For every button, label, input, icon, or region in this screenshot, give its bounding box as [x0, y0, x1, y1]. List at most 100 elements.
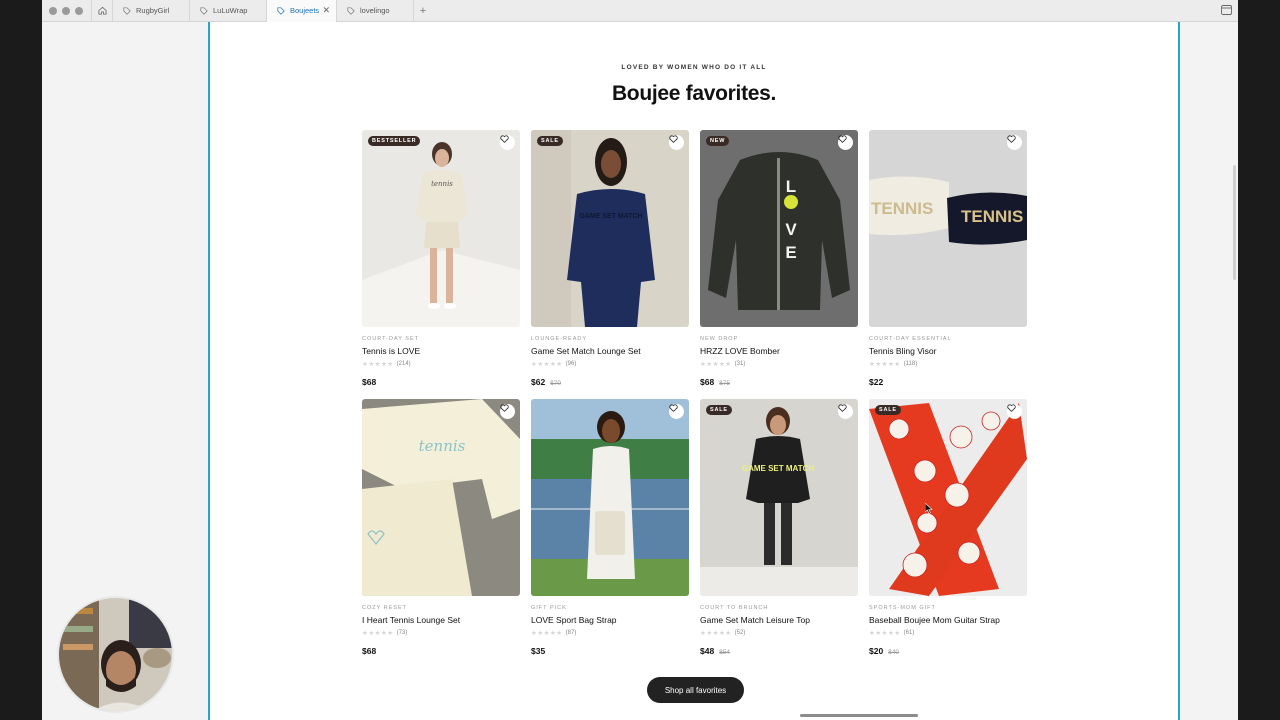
- review-count: (87): [565, 630, 577, 636]
- sidebar-toggle-button[interactable]: [1221, 5, 1232, 17]
- product-category: GIFT PICK: [531, 605, 567, 611]
- current-price: $22: [869, 377, 884, 387]
- product-image[interactable]: L V E NEW: [700, 130, 858, 327]
- product-badge: SALE: [875, 405, 901, 415]
- wishlist-button[interactable]: [500, 135, 515, 150]
- product-card[interactable]: L V E NEW NEW DROP HRZZ LOVE Bomber ★★★★…: [700, 130, 858, 387]
- product-name[interactable]: HRZZ LOVE Bomber: [700, 346, 858, 356]
- woman-navy-sweatshirt-photo: GAME SET MATCH: [531, 130, 689, 327]
- product-price: $22: [869, 377, 1027, 387]
- product-badge: BESTSELLER: [368, 136, 421, 146]
- product-card[interactable]: GIFT PICK LOVE Sport Bag Strap ★★★★★ (87…: [531, 399, 689, 656]
- product-image[interactable]: SALE: [869, 399, 1027, 596]
- product-image[interactable]: TENNIS TENNIS: [869, 130, 1027, 327]
- original-price: $70: [550, 380, 562, 387]
- close-window-button[interactable]: [49, 6, 57, 15]
- product-category: COURT TO BRUNCH: [700, 605, 769, 611]
- original-price: $54: [719, 649, 731, 656]
- home-button[interactable]: [91, 0, 113, 22]
- heart-icon: [838, 404, 847, 412]
- svg-text:V: V: [785, 220, 797, 239]
- product-price: $48 $54: [700, 646, 858, 656]
- cream-lounge-set-flatlay-photo: tennis: [362, 399, 520, 596]
- review-count: (31): [734, 361, 746, 367]
- tag-icon: [347, 6, 355, 15]
- review-count: (61): [903, 630, 915, 636]
- tab-rugbygirl[interactable]: RugbyGirl: [113, 0, 190, 22]
- product-card[interactable]: GAME SET MATCH SALE COURT TO BRUNCH Game…: [700, 399, 858, 656]
- mouse-cursor-icon: [925, 503, 933, 514]
- presenter-webcam-image: [59, 598, 172, 711]
- product-name[interactable]: Tennis Bling Visor: [869, 346, 1027, 356]
- wishlist-button[interactable]: [838, 135, 853, 150]
- black-bomber-jacket-photo: L V E: [700, 130, 858, 327]
- shop-all-favorites-button[interactable]: Shop all favorites: [647, 677, 744, 703]
- product-price: $68: [362, 646, 520, 656]
- heart-icon: [1007, 404, 1016, 412]
- star-rating-icon: ★★★★★: [531, 361, 563, 368]
- baseball-guitar-strap-photo: [869, 399, 1027, 596]
- heart-icon: [500, 404, 509, 412]
- product-price: $62 $70: [531, 377, 689, 387]
- tab-luluwrap[interactable]: LuLuWrap: [190, 0, 267, 22]
- star-rating-icon: ★★★★★: [869, 361, 901, 368]
- tab-label: lovelingo: [360, 6, 390, 15]
- product-rating: ★★★★★ (214): [362, 360, 520, 368]
- product-name[interactable]: Game Set Match Leisure Top: [700, 615, 858, 625]
- wishlist-button[interactable]: [669, 135, 684, 150]
- product-rating: ★★★★★ (52): [700, 629, 858, 637]
- current-price: $20: [869, 646, 884, 656]
- wishlist-button[interactable]: [500, 404, 515, 419]
- heart-icon: [1007, 135, 1016, 143]
- vertical-scrollbar[interactable]: [1233, 165, 1236, 280]
- art-lettering: GAME SET MATCH: [579, 213, 642, 220]
- product-image[interactable]: [531, 399, 689, 596]
- section-eyebrow: LOVED BY WOMEN WHO DO IT ALL: [621, 64, 767, 71]
- product-price: $35: [531, 646, 689, 656]
- horizontal-scroll-indicator[interactable]: [800, 714, 918, 717]
- product-image[interactable]: tennis: [362, 399, 520, 596]
- wishlist-button[interactable]: [838, 404, 853, 419]
- tab-lovelingo[interactable]: lovelingo: [337, 0, 414, 22]
- product-name[interactable]: I Heart Tennis Lounge Set: [362, 615, 520, 625]
- close-tab-icon[interactable]: ✕: [322, 5, 330, 16]
- tab-label: RugbyGirl: [136, 6, 170, 15]
- heart-icon: [838, 135, 847, 143]
- product-name[interactable]: Tennis is LOVE: [362, 346, 520, 356]
- wishlist-button[interactable]: [669, 404, 684, 419]
- star-rating-icon: ★★★★★: [869, 630, 901, 637]
- product-card[interactable]: tennis BESTSELLER COURT-DAY SET Tennis i…: [362, 130, 520, 387]
- review-count: (96): [565, 361, 577, 367]
- browser-window: RugbyGirl LuLuWrap Boujeets ✕ lovelingo …: [42, 0, 1238, 720]
- product-image[interactable]: tennis BESTSELLER: [362, 130, 520, 327]
- star-rating-icon: ★★★★★: [700, 630, 732, 637]
- product-name[interactable]: LOVE Sport Bag Strap: [531, 615, 689, 625]
- product-name[interactable]: Baseball Boujee Mom Guitar Strap: [869, 615, 1027, 625]
- product-category: NEW DROP: [700, 336, 739, 342]
- window-controls: [42, 6, 91, 15]
- review-count: (214): [396, 361, 411, 367]
- product-image[interactable]: GAME SET MATCH SALE: [531, 130, 689, 327]
- art-lettering: L V E: [784, 177, 798, 262]
- product-badge: SALE: [537, 136, 563, 146]
- current-price: $68: [700, 377, 715, 387]
- product-name[interactable]: Game Set Match Lounge Set: [531, 346, 689, 356]
- section-title: Boujee favorites.: [611, 82, 777, 105]
- product-card[interactable]: GAME SET MATCH SALE LOUNGE-READY Game Se…: [531, 130, 689, 387]
- current-price: $62: [531, 377, 546, 387]
- maximize-window-button[interactable]: [75, 6, 83, 15]
- minimize-window-button[interactable]: [62, 6, 70, 15]
- tab-label: Boujeets: [290, 6, 320, 15]
- product-card[interactable]: TENNIS TENNIS COURT-DAY ESSENTIAL Tennis…: [869, 130, 1027, 387]
- product-image[interactable]: GAME SET MATCH SALE: [700, 399, 858, 596]
- product-price: $68: [362, 377, 520, 387]
- wishlist-button[interactable]: [1007, 404, 1022, 419]
- product-card[interactable]: tennis COZY RESET I Heart Tennis Lounge …: [362, 399, 520, 656]
- product-badge: SALE: [706, 405, 732, 415]
- current-price: $68: [362, 646, 377, 656]
- wishlist-button[interactable]: [1007, 135, 1022, 150]
- product-rating: ★★★★★ (61): [869, 629, 1027, 637]
- new-tab-button[interactable]: +: [414, 5, 432, 17]
- tab-boujeets[interactable]: Boujeets ✕: [267, 0, 337, 22]
- product-card[interactable]: SALE SPORTS-MOM GIFT Baseball Boujee Mom…: [869, 399, 1027, 656]
